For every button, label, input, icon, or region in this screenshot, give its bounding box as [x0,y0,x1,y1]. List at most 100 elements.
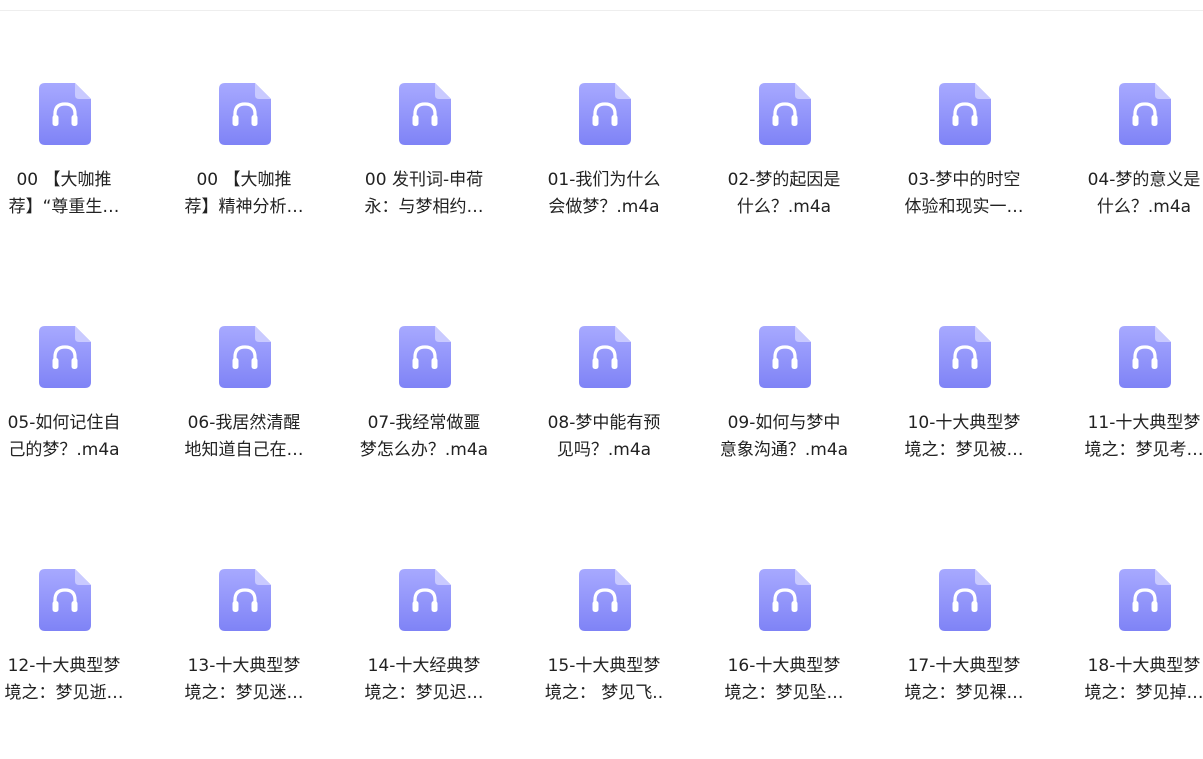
file-name: 00 【大咖推 荐】精神分析… [169,167,319,221]
audio-file-icon [399,83,451,145]
file-name-line2: 境之：梦见被… [904,440,1024,460]
file-name-line2: 境之：梦见逝… [4,683,124,703]
file-name-line1: 16-十大典型梦 [727,656,841,676]
file-name: 17-十大典型梦 境之：梦见裸… [889,653,1039,707]
file-name-line2: 梦怎么办？.m4a [359,440,489,460]
file-item[interactable]: 08-梦中能有预 见吗？.m4a [529,326,679,516]
file-name-line2: 境之：梦见裸… [904,683,1024,703]
file-name-line1: 11-十大典型梦 [1087,413,1201,433]
file-name: 01-我们为什么 会做梦？.m4a [529,167,679,221]
file-name: 04-梦的意义是 什么？.m4a [1069,167,1203,221]
file-item[interactable]: 18-十大典型梦 境之：梦见掉… [1069,569,1203,759]
file-name-line1: 00 发刊词-申荷 [364,170,484,190]
file-item[interactable]: 00 发刊词-申荷 永：与梦相约… [349,83,499,273]
file-name-line2: 会做梦？.m4a [548,197,660,217]
file-item[interactable]: 07-我经常做噩 梦怎么办？.m4a [349,326,499,516]
file-item[interactable]: 05-如何记住自 己的梦？.m4a [0,326,139,516]
file-name: 09-如何与梦中 意象沟通？.m4a [709,410,859,464]
file-item[interactable]: 11-十大典型梦 境之：梦见考… [1069,326,1203,516]
file-name: 10-十大典型梦 境之：梦见被… [889,410,1039,464]
file-name-line1: 14-十大经典梦 [367,656,481,676]
file-name-line2: 见吗？.m4a [556,440,652,460]
file-name-line2: 什么？.m4a [1096,197,1192,217]
audio-file-icon [39,326,91,388]
file-name: 15-十大典型梦 境之： 梦见飞.. [529,653,679,707]
file-name: 02-梦的起因是 什么？.m4a [709,167,859,221]
file-item[interactable]: 04-梦的意义是 什么？.m4a [1069,83,1203,273]
audio-file-icon [579,326,631,388]
file-name-line2: 荐】“尊重生… [8,197,120,217]
file-item[interactable]: 12-十大典型梦 境之：梦见逝… [0,569,139,759]
file-item[interactable]: 13-十大典型梦 境之：梦见迷… [169,569,319,759]
file-name-line1: 08-梦中能有预 [547,413,661,433]
file-name-line2: 境之：梦见掉… [1084,683,1203,703]
file-name-line2: 境之：梦见坠… [724,683,844,703]
file-item[interactable]: 10-十大典型梦 境之：梦见被… [889,326,1039,516]
file-item[interactable]: 14-十大经典梦 境之：梦见迟… [349,569,499,759]
file-name-line2: 地知道自己在… [184,440,304,460]
file-name-line1: 10-十大典型梦 [907,413,1021,433]
file-name: 00 发刊词-申荷 永：与梦相约… [349,167,499,221]
file-name: 07-我经常做噩 梦怎么办？.m4a [349,410,499,464]
file-name: 18-十大典型梦 境之：梦见掉… [1069,653,1203,707]
file-name-line2: 荐】精神分析… [184,197,304,217]
file-item[interactable]: 01-我们为什么 会做梦？.m4a [529,83,679,273]
file-name-line1: 00 【大咖推 [16,170,112,190]
file-name-line1: 03-梦中的时空 [907,170,1021,190]
audio-file-icon [39,83,91,145]
file-name-line1: 01-我们为什么 [547,170,661,190]
audio-file-icon [939,569,991,631]
file-name-line1: 02-梦的起因是 [727,170,841,190]
file-name-line1: 04-梦的意义是 [1087,170,1201,190]
file-name-line2: 境之： 梦见飞.. [544,683,664,703]
audio-file-icon [1119,326,1171,388]
audio-file-icon [219,326,271,388]
audio-file-icon [399,569,451,631]
audio-file-icon [759,83,811,145]
audio-file-icon [759,326,811,388]
file-name: 11-十大典型梦 境之：梦见考… [1069,410,1203,464]
file-name-line2: 境之：梦见迷… [184,683,304,703]
file-name-line2: 永：与梦相约… [364,197,484,217]
audio-file-icon [219,83,271,145]
file-name: 14-十大经典梦 境之：梦见迟… [349,653,499,707]
file-name-line1: 05-如何记住自 [7,413,121,433]
file-name: 13-十大典型梦 境之：梦见迷… [169,653,319,707]
audio-file-icon [1119,569,1171,631]
file-grid: 00 【大咖推 荐】“尊重生… 00 【大咖推 荐】精神分析… 00 发刊词-申荷 永：与… [0,0,1203,747]
audio-file-icon [1119,83,1171,145]
file-name-line2: 己的梦？.m4a [8,440,120,460]
file-name-line1: 07-我经常做噩 [367,413,481,433]
file-name-line1: 18-十大典型梦 [1087,656,1201,676]
file-name-line1: 17-十大典型梦 [907,656,1021,676]
file-name-line1: 09-如何与梦中 [727,413,841,433]
file-item[interactable]: 06-我居然清醒 地知道自己在… [169,326,319,516]
file-name: 03-梦中的时空 体验和现实一… [889,167,1039,221]
file-name: 12-十大典型梦 境之：梦见逝… [0,653,139,707]
audio-file-icon [759,569,811,631]
file-name-line1: 13-十大典型梦 [187,656,301,676]
file-item[interactable]: 17-十大典型梦 境之：梦见裸… [889,569,1039,759]
file-name-line2: 境之：梦见迟… [364,683,484,703]
audio-file-icon [219,569,271,631]
audio-file-icon [39,569,91,631]
audio-file-icon [579,83,631,145]
file-name-line1: 12-十大典型梦 [7,656,121,676]
audio-file-icon [399,326,451,388]
file-name: 16-十大典型梦 境之：梦见坠… [709,653,859,707]
file-name-line1: 06-我居然清醒 [187,413,301,433]
file-name: 00 【大咖推 荐】“尊重生… [0,167,139,221]
file-item[interactable]: 03-梦中的时空 体验和现实一… [889,83,1039,273]
file-item[interactable]: 02-梦的起因是 什么？.m4a [709,83,859,273]
file-name-line1: 15-十大典型梦 [547,656,661,676]
file-name-line2: 体验和现实一… [904,197,1024,217]
file-item[interactable]: 15-十大典型梦 境之： 梦见飞.. [529,569,679,759]
audio-file-icon [939,83,991,145]
file-item[interactable]: 09-如何与梦中 意象沟通？.m4a [709,326,859,516]
audio-file-icon [579,569,631,631]
file-name: 08-梦中能有预 见吗？.m4a [529,410,679,464]
file-name-line1: 00 【大咖推 [196,170,292,190]
file-item[interactable]: 00 【大咖推 荐】“尊重生… [0,83,139,273]
file-item[interactable]: 00 【大咖推 荐】精神分析… [169,83,319,273]
file-item[interactable]: 16-十大典型梦 境之：梦见坠… [709,569,859,759]
